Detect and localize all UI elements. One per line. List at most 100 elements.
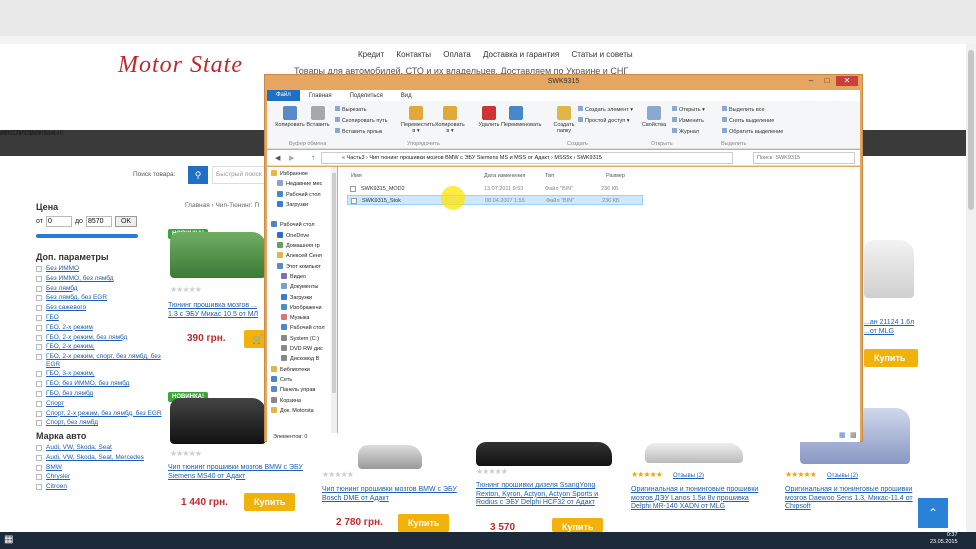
brand-item[interactable]: BMW [36,464,166,472]
nav-contacts[interactable]: Контакты [396,50,431,59]
ribbon-button[interactable]: Обратить выделение [722,128,783,135]
column-type[interactable]: Тип [545,170,554,182]
breadcrumb[interactable]: Главная › Чип-Тюнинг: П [185,202,259,209]
ribbon-button[interactable]: Скопировать путь [335,117,388,124]
filter-label[interactable]: Без сажевого [46,304,86,312]
page-scrollbar-thumb[interactable] [968,50,974,210]
product-title[interactable]: Тюнинг прошивки дизеля SsangYong Rexton,… [476,482,616,508]
filter-item[interactable]: ГБО, 3-х режим, [36,370,166,378]
brand-item[interactable]: Citroen [36,483,166,491]
filter-item[interactable]: ГБО, 2-х режим, [36,343,166,351]
ribbon-button[interactable]: Простой доступ ▾ [578,117,630,124]
close-icon[interactable]: ✕ [836,76,858,86]
brand-item[interactable]: Chrysler [36,473,166,481]
column-size[interactable]: Размер [606,170,625,182]
ribbon-button[interactable]: Создать элемент ▾ [578,106,633,113]
nav-item[interactable]: Алексей Сеня [267,251,336,261]
minimize-icon[interactable]: – [804,76,818,86]
nav-item[interactable]: Домашняя гр [267,241,336,251]
filter-checkbox[interactable] [36,391,42,398]
scroll-top-button[interactable]: ⌃ [918,498,948,528]
ribbon-button[interactable]: Копировать [275,106,305,128]
nav-item[interactable]: Док. Motorsta [267,406,336,416]
ribbon-button[interactable]: Вставить ярлык [335,128,382,135]
filter-item[interactable]: Без лямбд, без EGR [36,294,166,302]
nav-articles[interactable]: Статьи и советы [571,50,632,59]
filter-checkbox[interactable] [36,410,42,417]
search-input[interactable]: Быстрый поиск [212,166,270,184]
nav-item[interactable]: Избранное [267,169,336,179]
product-image[interactable] [358,445,422,469]
nav-item[interactable]: OneDrive [267,231,336,241]
file-row[interactable]: SWK9315_Stok 08.04.2007 1:55 Файл "BIN" 236… [347,195,643,205]
column-name[interactable]: Имя [351,170,362,182]
filter-label[interactable]: ГБО [46,314,59,322]
filter-item[interactable]: Спорт, 2-х режим, без лямбд, без EGR [36,410,166,418]
ribbon-button[interactable]: Удалить [474,106,504,128]
reviews-link[interactable]: Отзывы (2) [827,472,858,481]
price-to-input[interactable] [85,216,112,227]
nav-item[interactable]: Библиотеки [267,365,336,375]
filter-checkbox[interactable] [36,295,42,302]
filter-label[interactable]: ГБО, без лямбд [46,390,93,398]
filter-label[interactable]: Спорт [46,400,64,408]
buy-button[interactable]: Купить [398,514,450,532]
filter-label[interactable]: Без лямбд, без EGR [46,294,107,302]
filter-label[interactable]: Спорт, 2-х режим, без лямбд, без EGR [46,410,162,418]
brand-checkbox[interactable] [36,454,42,461]
brand-checkbox[interactable] [36,484,42,491]
brand-checkbox[interactable] [36,464,42,471]
filter-label[interactable]: ГБО, 3-х режим, [46,370,95,378]
back-icon[interactable]: ◀ [275,154,280,162]
product-image[interactable] [645,443,743,463]
ribbon-button[interactable]: Вставить [303,106,333,128]
product-title[interactable]: Чип тюнинг прошивки мозгов BMW с ЭБУ Bos… [322,486,460,503]
product-image[interactable] [170,232,266,278]
nav-item[interactable]: Рабочий стол [267,220,336,230]
tab-home[interactable]: Главная [300,93,341,99]
nav-item[interactable]: Изображени [267,303,336,313]
filter-checkbox[interactable] [36,266,42,272]
filter-label[interactable]: ГБО, 2-х режим, без лямбд [46,334,127,342]
ribbon-button[interactable]: Свойства [639,106,669,128]
filter-item[interactable]: ГБО, без ИММО, без лямбд [36,380,166,388]
filter-checkbox[interactable] [36,420,42,427]
filter-item[interactable]: Без ИММО, без лямбд [36,275,166,283]
nav-item[interactable]: Этот компьют [267,262,336,272]
price-ok-button[interactable]: OK [114,216,138,227]
filter-item[interactable]: Без ИММО [36,265,166,273]
product-title[interactable]: ...ан 21124 1.6л ...от MLG [864,319,924,336]
buy-button[interactable]: Купить [244,493,296,511]
ribbon-button[interactable]: Изменить [672,117,704,124]
filter-checkbox[interactable] [36,354,42,361]
filter-label[interactable]: ГБО, 2-х режим [46,324,93,332]
brand-label[interactable]: Chrysler [46,473,70,481]
filter-checkbox[interactable] [36,324,42,331]
filter-item[interactable]: ГБО, без лямбд [36,390,166,398]
nav-item[interactable]: Музыка [267,313,336,323]
brand-label[interactable]: Citroen [46,483,67,491]
tab-view[interactable]: Вид [392,93,421,99]
ribbon-button[interactable]: Создать папку [549,106,579,134]
price-slider[interactable] [36,234,138,238]
filter-checkbox[interactable] [36,400,42,407]
nav-item[interactable]: Панель управ [267,385,336,395]
nav-item[interactable]: Видео [267,272,336,282]
site-logo[interactable]: Motor State [118,52,243,79]
ribbon-button[interactable]: Открыть ▾ [672,106,705,113]
ribbon-button[interactable]: Журнал [672,128,699,135]
nav-item[interactable]: Дисковод B [267,354,336,364]
product-title[interactable]: Тюнинг прошивка мозгов ... 1.3 с ЭБУ Мик… [168,302,268,319]
search-button[interactable]: ⚲ [188,166,208,184]
filter-checkbox[interactable] [36,275,42,282]
explorer-search[interactable]: Поиск: SWK9315 [753,152,855,164]
filter-item[interactable]: ГБО, 2-х режим [36,324,166,332]
product-image[interactable] [170,398,266,444]
product-image[interactable] [864,240,914,298]
nav-item[interactable]: Загрузки [267,200,336,210]
nav-scrollbar-thumb[interactable] [332,173,336,393]
brand-label[interactable]: BMW [46,464,62,472]
view-details-icon[interactable]: ▦ [839,431,846,439]
filter-item[interactable]: ГБО, 2-х режим, без лямбд [36,334,166,342]
brand-checkbox[interactable] [36,444,42,451]
